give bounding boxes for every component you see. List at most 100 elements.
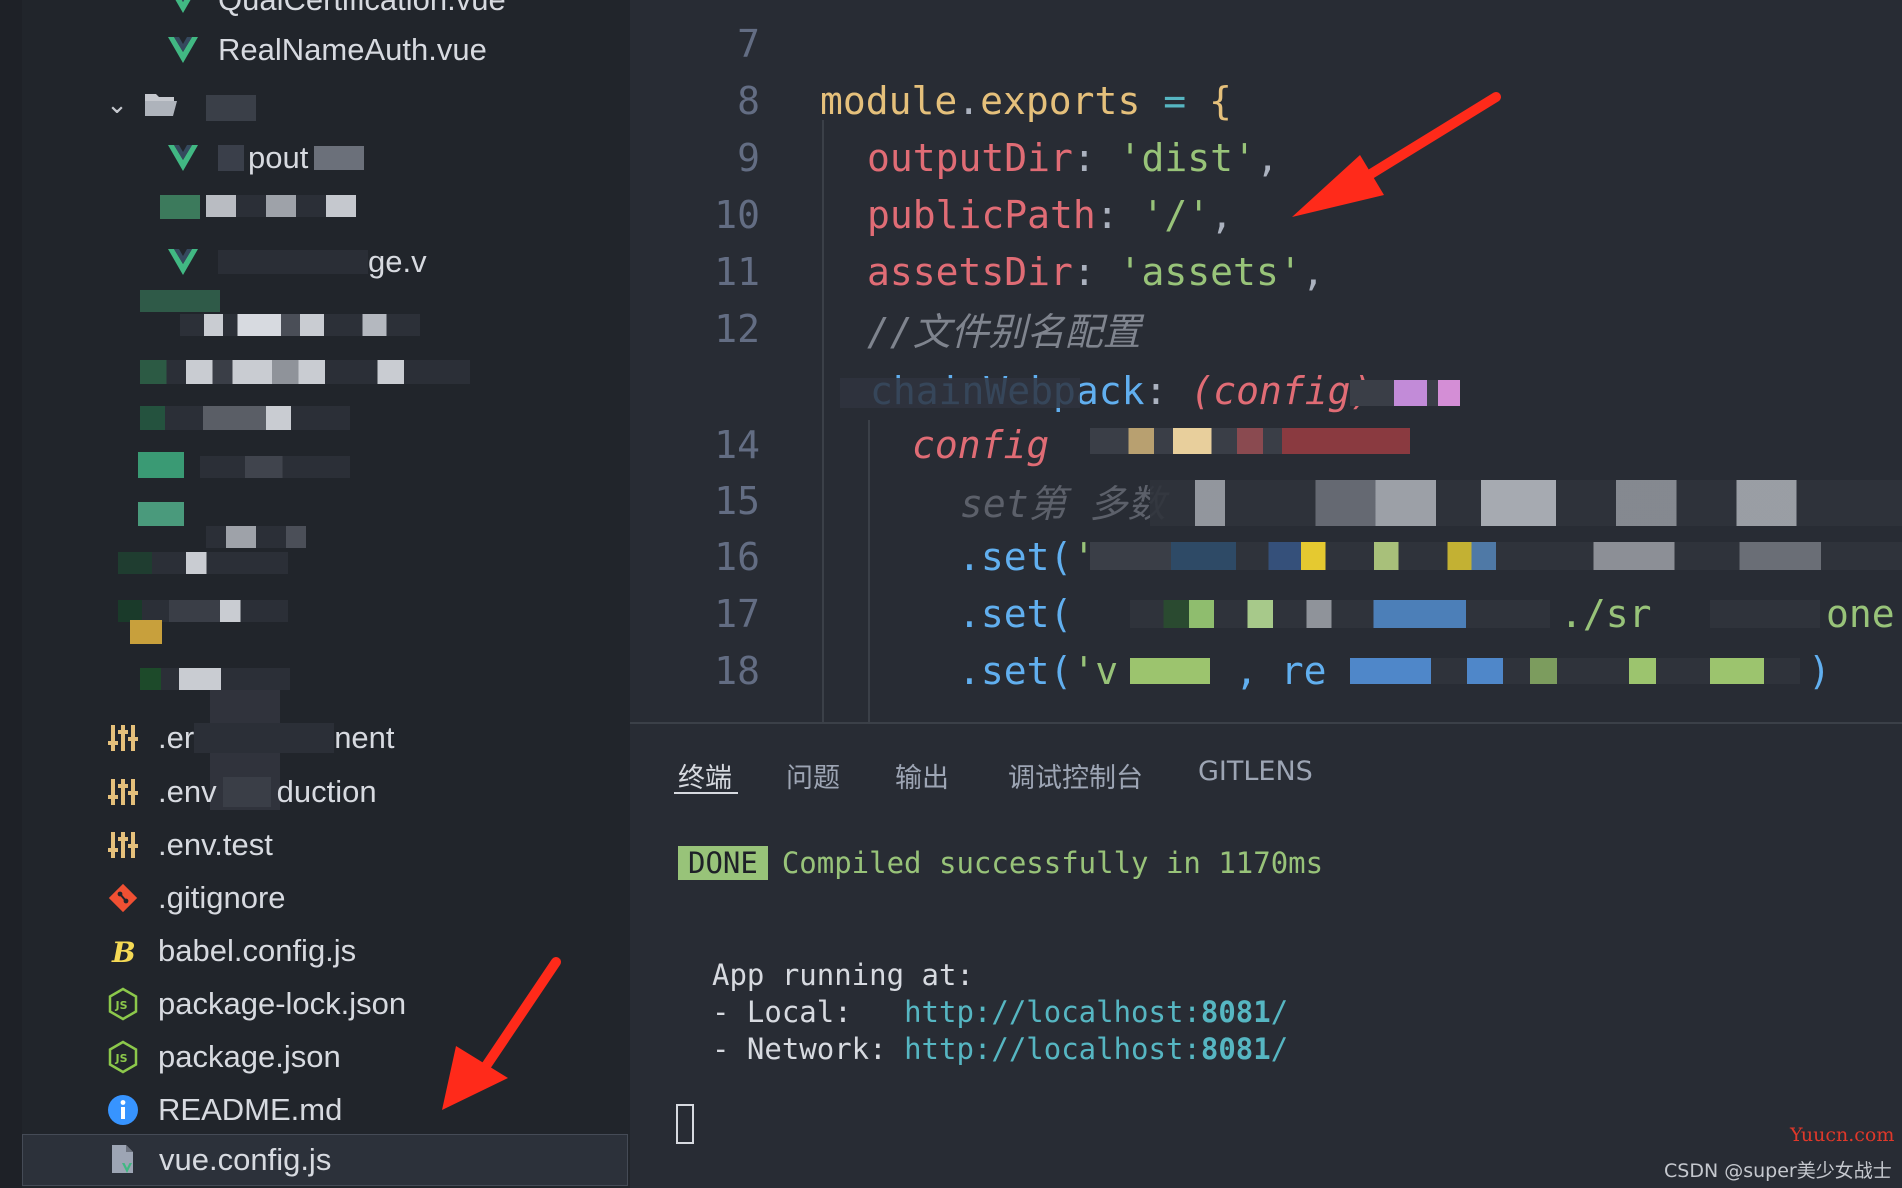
censor-block	[140, 290, 220, 312]
token-param: (config)	[1190, 368, 1374, 413]
url-prefix: http://localhost:	[904, 995, 1201, 1029]
token-string: ./sr	[1560, 591, 1652, 636]
token-punct: ,	[1301, 249, 1325, 294]
censor-block	[1710, 600, 1820, 628]
censor-block	[138, 452, 184, 478]
censor-block	[206, 95, 256, 121]
file-label: pout	[248, 140, 309, 175]
code-editor[interactable]: 7 8 module.exports = { 9 outputDir: 'dis…	[630, 0, 1902, 722]
url-port: 8081	[1200, 1032, 1271, 1066]
file-env-production[interactable]: .env duction	[22, 766, 628, 818]
vue-icon	[162, 0, 204, 21]
censor-block	[180, 314, 420, 336]
censor-block	[1350, 658, 1800, 684]
tab-output[interactable]: 输出	[895, 756, 949, 795]
bottom-panel: 终端 问题 输出 调试控制台 GITLENS DONE Compiled succ…	[630, 722, 1902, 1188]
line-number: 11	[714, 249, 760, 294]
code-line-8: 8 module.exports = {	[630, 72, 1902, 129]
file-label: babel.config.js	[158, 933, 357, 968]
censor-block	[118, 552, 288, 574]
token-comment: set第 多数	[960, 482, 1166, 526]
active-tab-indicator	[674, 792, 738, 794]
settings-sliders-icon	[102, 824, 144, 866]
git-icon	[102, 877, 144, 919]
file-vue-config[interactable]: vue.config.js	[22, 1134, 628, 1186]
tab-problems[interactable]: 问题	[786, 756, 840, 795]
token-string: one	[1826, 591, 1895, 636]
file-about-obscured[interactable]: pout	[22, 132, 628, 184]
censor-block	[140, 406, 350, 430]
file-env-test[interactable]: .env.test	[22, 819, 628, 871]
file-env-development[interactable]: .er nent	[22, 712, 628, 764]
svg-text:JS: JS	[115, 999, 128, 1012]
token-punct: :	[1072, 135, 1119, 180]
censor-block	[1150, 480, 1902, 526]
token-keyword: module	[820, 78, 958, 123]
tab-terminal[interactable]: 终端	[678, 756, 732, 795]
vue-icon	[162, 137, 204, 179]
file-label: vue.config.js	[159, 1142, 332, 1177]
file-qualcertification[interactable]: QualCertification.vue	[22, 0, 628, 26]
line-number: 8	[737, 78, 760, 123]
token-key: assetsDir	[867, 249, 1073, 294]
censor-block	[194, 723, 335, 753]
censor-block	[140, 360, 470, 384]
local-url[interactable]: http://localhost:8081/	[904, 995, 1288, 1029]
file-label: .er	[158, 720, 195, 755]
file-label: package-lock.json	[158, 986, 407, 1021]
file-label: QualCertification.vue	[218, 0, 506, 18]
file-label-tail: nent	[334, 720, 395, 755]
token-comment: //文件别名配置	[867, 310, 1141, 354]
file-label: .env.test	[158, 827, 273, 862]
censor-block	[130, 620, 162, 644]
settings-sliders-icon	[102, 771, 144, 813]
network-url[interactable]: http://localhost:8081/	[904, 1032, 1288, 1066]
token-property: exports	[980, 78, 1141, 123]
file-label: .env	[158, 774, 217, 809]
file-label: RealNameAuth.vue	[218, 32, 487, 67]
line-number: 18	[714, 648, 760, 693]
babel-icon: B	[102, 930, 144, 972]
censor-block	[206, 526, 306, 548]
censor-block	[206, 195, 356, 217]
tab-debug-console[interactable]: 调试控制台	[1008, 756, 1143, 795]
censor-block	[140, 668, 290, 690]
token-operator: =	[1140, 78, 1209, 123]
line-number: 17	[714, 591, 760, 636]
code-line-13: chainWebpack: (config)	[630, 362, 1902, 419]
code-line-7: 7	[630, 15, 1902, 72]
token-punct: ,	[1255, 135, 1279, 180]
vue-icon	[162, 29, 204, 71]
file-gitignore[interactable]: .gitignore	[22, 872, 628, 924]
terminal-running-line: App running at:	[712, 958, 974, 992]
done-badge: DONE	[678, 846, 768, 880]
nodejs-icon: JS	[102, 983, 144, 1025]
censor-block	[138, 502, 184, 526]
file-page-obscured[interactable]: ge.v	[22, 236, 628, 288]
line-number: 10	[714, 192, 760, 237]
token-method: .set(	[958, 534, 1073, 579]
activity-gutter	[0, 0, 22, 1188]
url-port: 8081	[1200, 995, 1271, 1029]
censor-block	[118, 600, 288, 622]
token-punct: :	[1095, 192, 1142, 237]
token-key: publicPath	[867, 192, 1096, 237]
vue-icon	[162, 241, 204, 283]
code-line-9: 9 outputDir: 'dist',	[630, 129, 1902, 186]
file-label: .gitignore	[158, 880, 286, 915]
file-label-tail: duction	[276, 774, 377, 809]
token-string: 'dist'	[1118, 135, 1256, 180]
url-suffix: /	[1270, 1032, 1289, 1066]
code-line-10: 10 publicPath: '/',	[630, 186, 1902, 243]
file-realnameauth[interactable]: RealNameAuth.vue	[22, 24, 628, 76]
token-brace: {	[1208, 78, 1232, 123]
terminal-cursor	[676, 1104, 694, 1144]
censor-block	[200, 456, 350, 478]
tab-gitlens[interactable]: GITLENS	[1198, 756, 1313, 787]
url-suffix: /	[1270, 995, 1289, 1029]
code-line-12: 12 //文件别名配置	[630, 300, 1902, 357]
terminal-local-line: - Local: http://localhost:8081/	[712, 995, 1288, 1029]
file-label: ge.v	[368, 244, 427, 279]
folder-row[interactable]: ⌄	[22, 78, 628, 130]
local-label: - Local:	[712, 995, 905, 1029]
